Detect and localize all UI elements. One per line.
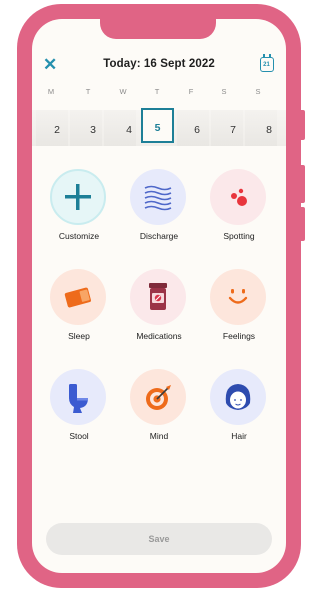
- date-cell[interactable]: 3: [70, 110, 102, 146]
- category-label: Spotting: [223, 231, 255, 241]
- discharge-circle: [130, 169, 186, 225]
- header: ✕ Today: 16 Sept 2022 21: [32, 54, 286, 77]
- date-cell[interactable]: 7: [211, 110, 243, 146]
- hair-icon: [225, 384, 251, 410]
- date-cell[interactable]: 8: [245, 110, 277, 146]
- discharge-waves-icon: [144, 185, 172, 211]
- date-cell[interactable]: 4: [104, 110, 136, 146]
- stool-circle: [50, 369, 106, 425]
- page-title: Today: 16 Sept 2022: [103, 58, 215, 70]
- category-label: Discharge: [139, 231, 179, 241]
- medications-circle: [130, 269, 186, 325]
- date-cell-selected[interactable]: 5: [141, 108, 174, 143]
- weekday-row: M T W T F S S: [32, 87, 286, 99]
- calendar-day-number: 21: [263, 62, 270, 68]
- date-number: 6: [194, 124, 200, 136]
- category-mind[interactable]: Mind: [121, 369, 197, 449]
- category-label: Customize: [58, 231, 100, 241]
- date-number: 2: [54, 124, 60, 136]
- blood-drops-icon: [231, 188, 247, 206]
- feelings-circle: [210, 269, 266, 325]
- category-label: Mind: [149, 431, 169, 441]
- date-number: 8: [266, 124, 272, 136]
- target-icon: [146, 385, 171, 410]
- app-screen: ✕ Today: 16 Sept 2022 21 M T W T F S S 2…: [32, 19, 286, 573]
- sleep-circle: [50, 269, 106, 325]
- hair-circle: [210, 369, 266, 425]
- weekday-label: M: [47, 87, 55, 96]
- category-label: Hair: [231, 431, 247, 441]
- save-button[interactable]: Save: [46, 523, 272, 555]
- phone-notch: [100, 19, 216, 39]
- weekday-label: W: [119, 87, 127, 96]
- category-hair[interactable]: Hair: [201, 369, 277, 449]
- category-customize[interactable]: Customize: [41, 169, 117, 249]
- category-stool[interactable]: Stool: [41, 369, 117, 449]
- category-label: Medications: [136, 331, 182, 341]
- sleep-pillow-icon: [64, 287, 91, 308]
- toilet-icon: [69, 384, 88, 413]
- weekday-label: F: [188, 87, 194, 96]
- date-cell[interactable]: 6: [177, 110, 209, 146]
- selected-date-number: 5: [154, 122, 161, 134]
- category-sleep[interactable]: Sleep: [41, 269, 117, 349]
- mind-circle: [130, 369, 186, 425]
- category-label: Feelings: [222, 331, 256, 341]
- category-label: Sleep: [68, 331, 90, 341]
- category-medications[interactable]: Medications: [121, 269, 197, 349]
- weekday-label: T: [154, 87, 160, 96]
- date-number: 7: [230, 124, 236, 136]
- phone-frame: ✕ Today: 16 Sept 2022 21 M T W T F S S 2…: [17, 4, 301, 588]
- category-discharge[interactable]: Discharge: [121, 169, 197, 249]
- category-spotting[interactable]: Spotting: [201, 169, 277, 249]
- customize-circle: [50, 169, 106, 225]
- category-label: Stool: [69, 431, 89, 441]
- date-number: 4: [126, 124, 132, 136]
- weekday-label: S: [255, 87, 261, 96]
- weekday-label: S: [221, 87, 227, 96]
- date-number: 3: [90, 124, 96, 136]
- category-feelings[interactable]: Feelings: [201, 269, 277, 349]
- smiley-face-icon: [228, 289, 248, 304]
- spotting-circle: [210, 169, 266, 225]
- plus-icon: [65, 184, 91, 210]
- weekday-label: T: [85, 87, 91, 96]
- calendar-icon[interactable]: 21: [260, 54, 274, 72]
- pill-bottle-icon: [149, 283, 167, 310]
- date-cell[interactable]: 2: [36, 110, 68, 146]
